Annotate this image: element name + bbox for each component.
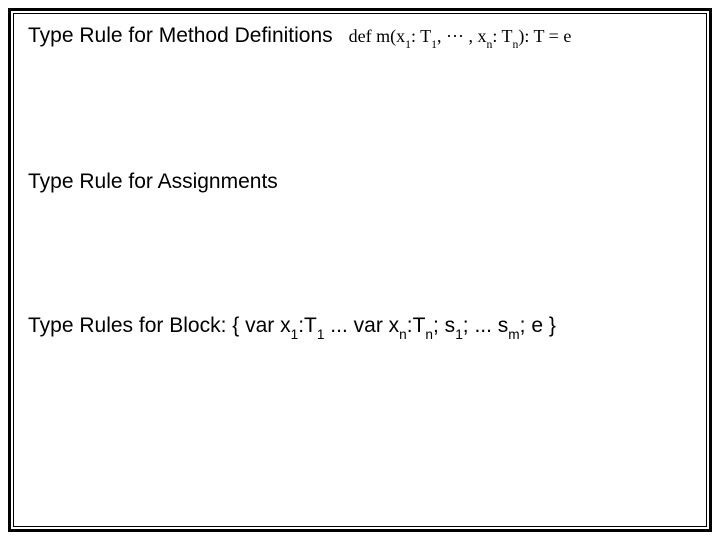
heading-method-definitions: Type Rule for Method Definitions bbox=[28, 24, 333, 48]
heading-block: Type Rules for Block: { var x1:T1 ... va… bbox=[28, 314, 692, 340]
formula-def-keyword: def bbox=[349, 26, 372, 46]
formula-sub-nb: n bbox=[513, 38, 519, 51]
block-sub-1a: 1 bbox=[291, 327, 299, 342]
heading-block-mid1: :T bbox=[298, 314, 317, 337]
heading-block-mid5: ; ... s bbox=[463, 314, 509, 337]
block-sub-m: m bbox=[508, 327, 519, 342]
formula-m-open: m(x bbox=[372, 26, 406, 46]
formula-sub-na: n bbox=[486, 38, 492, 51]
formula-colon-t1: : T bbox=[411, 26, 431, 46]
formula-sub-1b: 1 bbox=[431, 38, 437, 51]
heading-method-definitions-row: Type Rule for Method Definitions def m(x… bbox=[28, 24, 692, 50]
heading-assignments-text: Type Rule for Assignments bbox=[28, 170, 278, 193]
outer-frame: Type Rule for Method Definitions def m(x… bbox=[8, 8, 712, 532]
block-sub-na: n bbox=[399, 327, 407, 342]
heading-block-text-1: Type Rules for Block: { var x bbox=[28, 314, 291, 337]
block-sub-1c: 1 bbox=[455, 327, 463, 342]
inner-frame: Type Rule for Method Definitions def m(x… bbox=[13, 13, 707, 527]
formula-comma-dots: , ··· , x bbox=[437, 26, 486, 46]
method-def-formula: def m(x1: T1, ··· , xn: Tn): T = e bbox=[349, 26, 572, 50]
heading-block-mid4: ; s bbox=[433, 314, 455, 337]
heading-block-mid3: :T bbox=[407, 314, 426, 337]
heading-assignments: Type Rule for Assignments bbox=[28, 170, 692, 194]
formula-colon-tn: : T bbox=[492, 26, 512, 46]
formula-sub-1a: 1 bbox=[405, 38, 411, 51]
heading-block-mid6: ; e } bbox=[520, 314, 556, 337]
block-sub-1b: 1 bbox=[317, 327, 325, 342]
formula-close: ): T = e bbox=[518, 26, 571, 46]
heading-block-mid2: ... var x bbox=[324, 314, 399, 337]
block-sub-nb: n bbox=[425, 327, 433, 342]
